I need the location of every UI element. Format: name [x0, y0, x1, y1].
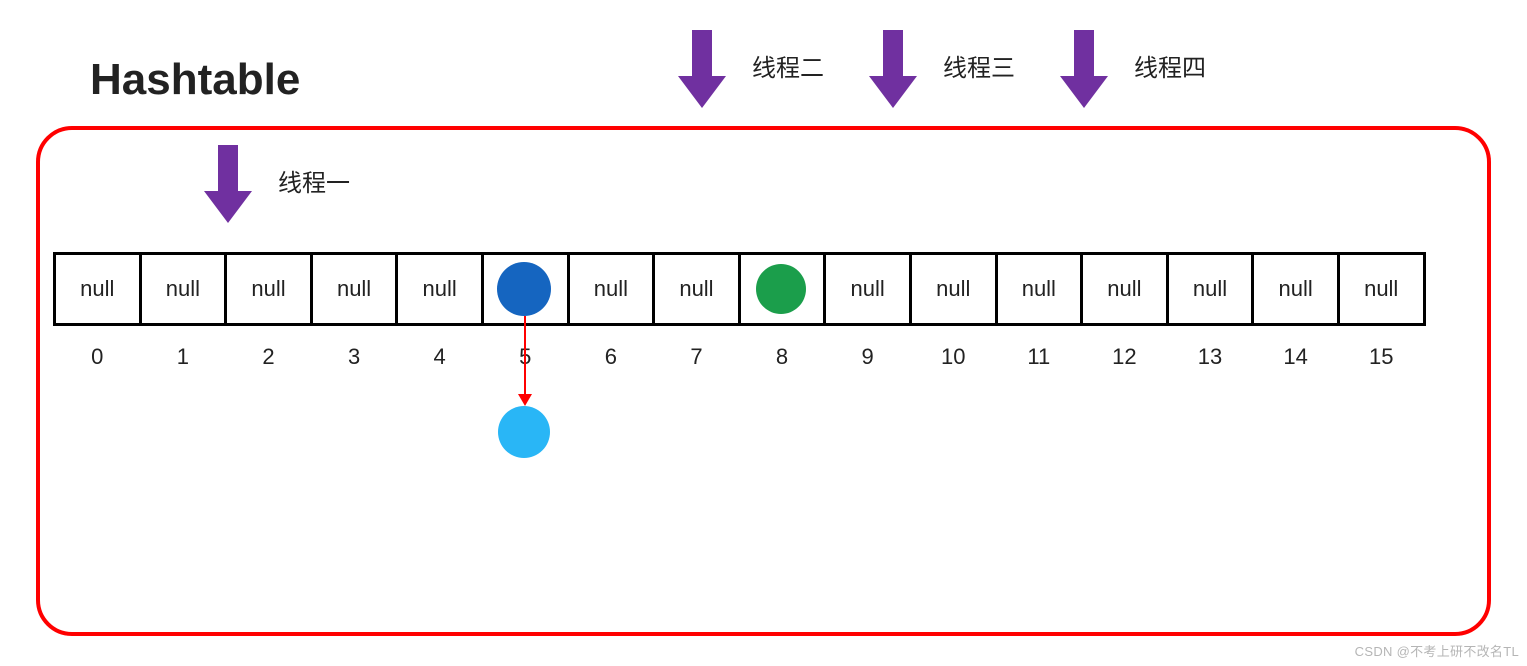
thread-two-arrow-icon — [684, 30, 720, 78]
thread-two-label: 线程二 — [752, 48, 824, 83]
bucket-cell: null — [995, 252, 1084, 326]
node-circle-icon — [756, 264, 806, 314]
bucket-cell: null — [567, 252, 656, 326]
bucket-index: 7 — [652, 338, 741, 370]
bucket-cell: null — [53, 252, 142, 326]
bucket-index: 12 — [1080, 338, 1169, 370]
bucket-cell: null — [310, 252, 399, 326]
bucket-cell: null — [1080, 252, 1169, 326]
bucket-cell: null — [1337, 252, 1426, 326]
bucket-index: 3 — [310, 338, 399, 370]
bucket-index: 14 — [1251, 338, 1340, 370]
bucket-indices: 0 1 2 3 4 5 6 7 8 9 10 11 12 13 14 15 — [53, 338, 1426, 370]
bucket-index: 2 — [224, 338, 313, 370]
bucket-cell: null — [395, 252, 484, 326]
bucket-cell: null — [909, 252, 998, 326]
bucket-index: 0 — [53, 338, 142, 370]
thread-three-arrow-icon — [875, 30, 911, 78]
bucket-cell: null — [652, 252, 741, 326]
bucket-index: 9 — [823, 338, 912, 370]
bucket-cell: null — [823, 252, 912, 326]
bucket-cell: null — [1251, 252, 1340, 326]
thread-three-label: 线程三 — [943, 48, 1015, 83]
thread-four-label: 线程四 — [1134, 48, 1206, 83]
bucket-cell: null — [139, 252, 228, 326]
node-circle-icon — [497, 262, 551, 316]
bucket-index: 10 — [909, 338, 998, 370]
bucket-cell: null — [1166, 252, 1255, 326]
chain-link-arrow-icon — [524, 316, 526, 404]
thread-one-label: 线程一 — [278, 163, 350, 198]
bucket-cell: null — [224, 252, 313, 326]
thread-one-arrow-icon — [210, 145, 246, 193]
bucket-index: 13 — [1166, 338, 1255, 370]
bucket-index: 1 — [139, 338, 228, 370]
bucket-index: 15 — [1337, 338, 1426, 370]
bucket-index: 4 — [395, 338, 484, 370]
diagram-title: Hashtable — [90, 55, 300, 105]
thread-four-arrow-icon — [1066, 30, 1102, 78]
bucket-array: null null null null null null null null … — [53, 252, 1426, 326]
bucket-index: 6 — [567, 338, 656, 370]
bucket-index: 8 — [738, 338, 827, 370]
hashtable-container — [36, 126, 1491, 636]
watermark-text: CSDN @不考上研不改名TL — [1355, 641, 1519, 660]
node-circle-icon — [498, 406, 550, 458]
bucket-index: 11 — [995, 338, 1084, 370]
